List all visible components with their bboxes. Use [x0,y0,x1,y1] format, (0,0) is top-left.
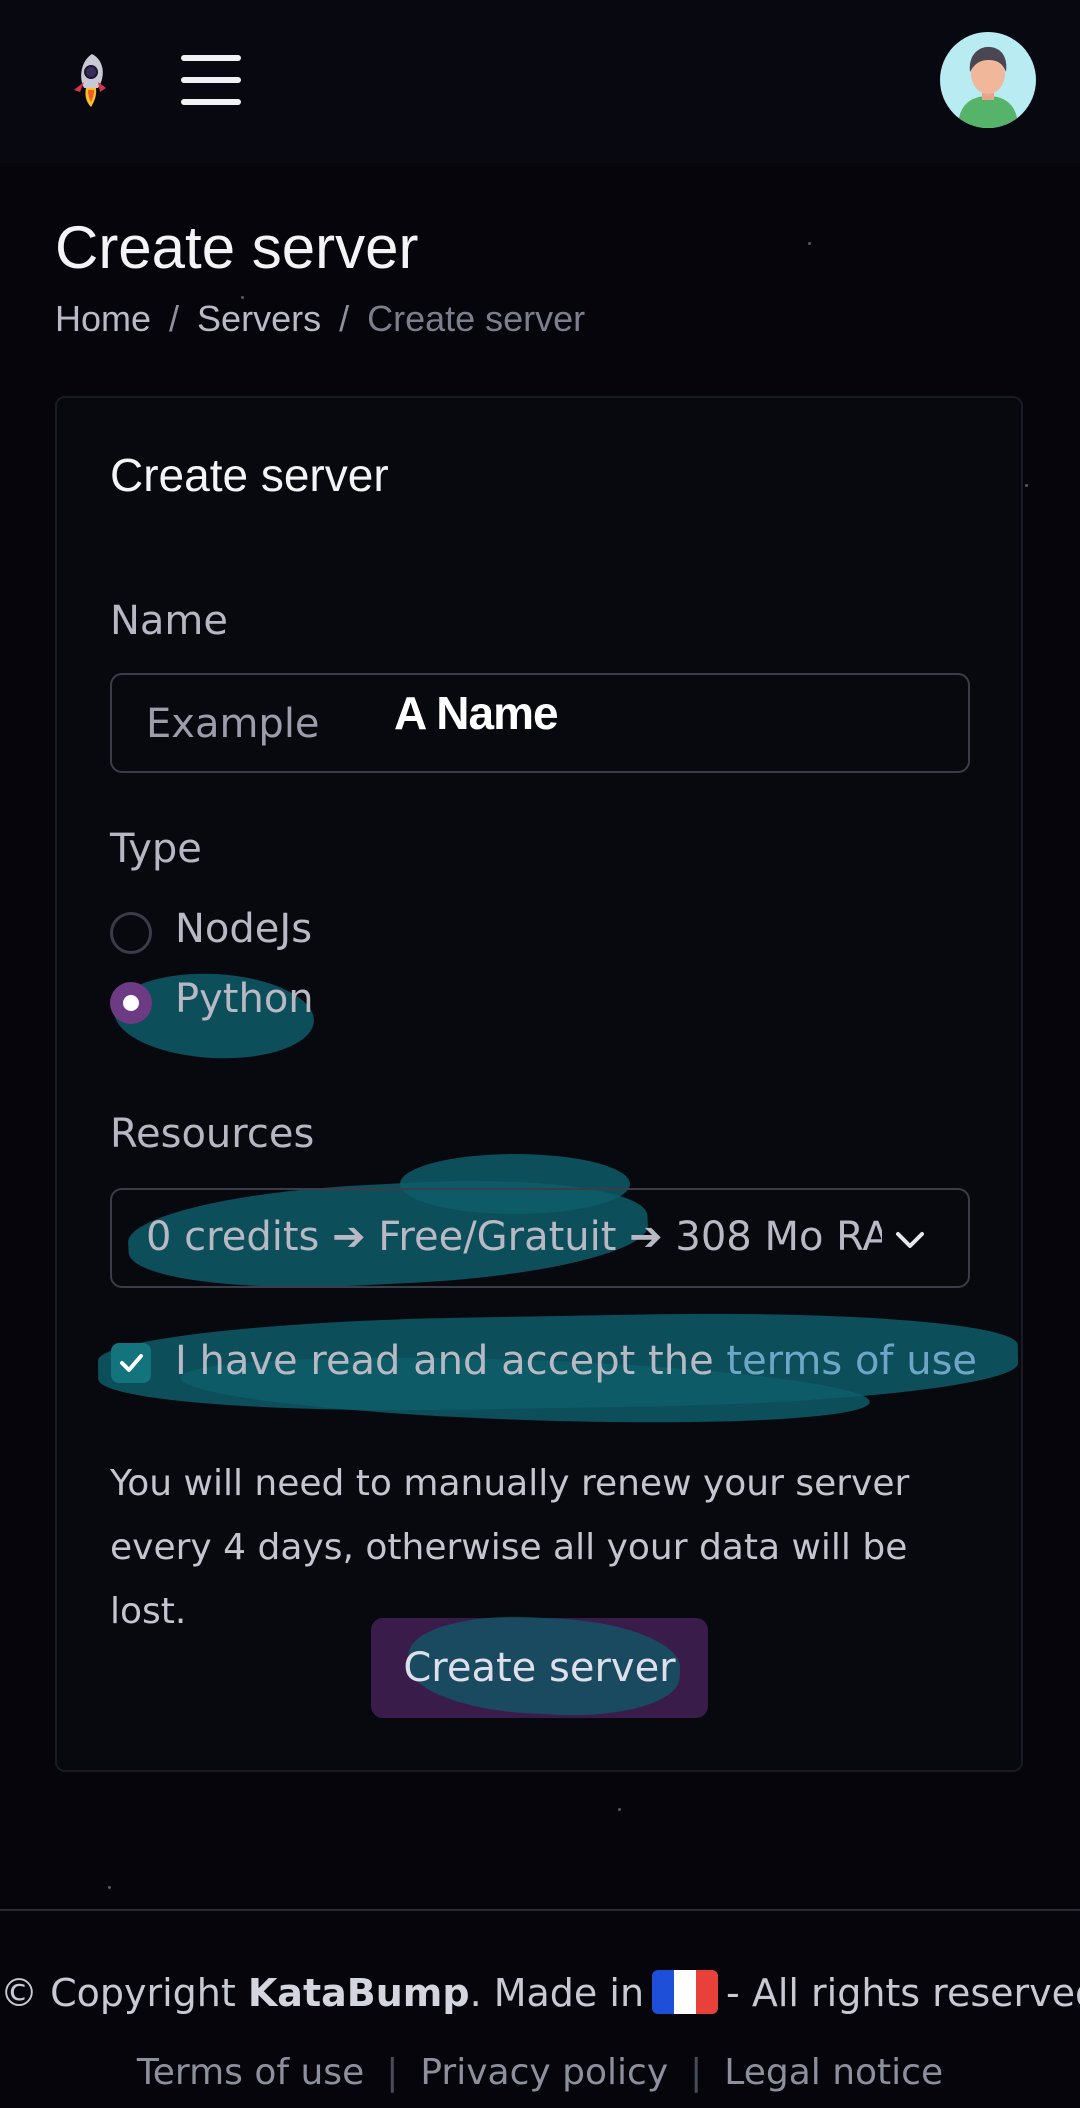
top-bar [0,0,1080,163]
create-server-button-label: Create server [403,1645,676,1691]
name-input-placeholder: Example [146,701,320,747]
radio-nodejs[interactable] [110,912,152,954]
menu-toggle-button[interactable] [181,55,241,105]
breadcrumb-home-link[interactable]: Home [55,298,151,339]
card-title: Create server [110,449,389,501]
terms-of-use-link[interactable]: terms of use [726,1338,977,1384]
terms-label[interactable]: I have read and accept the terms of use [175,1338,977,1384]
radio-python[interactable] [110,982,152,1024]
footer-terms-link[interactable]: Terms of use [137,2052,364,2093]
terms-label-text: I have read and accept the [175,1338,714,1384]
renewal-notice: You will need to manually renew your ser… [110,1463,910,1632]
footer-privacy-link[interactable]: Privacy policy [420,2052,668,2093]
breadcrumb-separator: / [169,298,180,339]
footer-copyright: © Copyright KataBump. Made in - All right… [0,1970,1080,2015]
background-dot [618,1808,621,1811]
user-avatar[interactable] [940,32,1036,128]
copyright-prefix: © Copyright [0,1971,236,2015]
breadcrumb-separator: / [339,298,350,339]
user-avatar-icon [958,46,1018,128]
rocket-logo-icon[interactable] [62,50,114,108]
footer-divider [0,1909,1080,1911]
breadcrumb-current: Create server [367,298,586,339]
checkmark-icon [120,1354,143,1372]
footer-separator: | [386,2052,399,2093]
name-label: Name [110,598,229,644]
radio-nodejs-label[interactable]: NodeJs [175,906,312,952]
chevron-down-icon [896,1232,924,1248]
breadcrumb-servers-link[interactable]: Servers [197,298,321,339]
footer-separator: | [690,2052,703,2093]
background-dot [1025,484,1028,487]
radio-python-label[interactable]: Python [175,976,314,1022]
terms-checkbox[interactable] [111,1343,151,1383]
hamburger-menu-icon [181,55,241,61]
resources-select-value: 0 credits ➔ Free/Gratuit ➔ 308 Mo RAM [146,1214,882,1260]
rights-text: - All rights reserved [726,1971,1080,2015]
footer-links: Terms of use | Privacy policy | Legal notice [0,2052,1080,2093]
page-title: Create server [55,214,419,281]
name-overlay-text: A Name [394,687,559,739]
type-label: Type [110,826,202,872]
background-dot [808,242,811,245]
footer-legal-link[interactable]: Legal notice [724,2052,943,2093]
resources-select[interactable]: 0 credits ➔ Free/Gratuit ➔ 308 Mo RAM [110,1188,970,1288]
brand-name: KataBump [247,1971,470,2015]
resources-label: Resources [110,1111,315,1157]
breadcrumb: Home / Servers / Create server [55,298,585,340]
made-in-text: . Made in [469,1971,645,2015]
background-dot [108,1886,111,1889]
france-flag-icon [652,1970,719,2014]
